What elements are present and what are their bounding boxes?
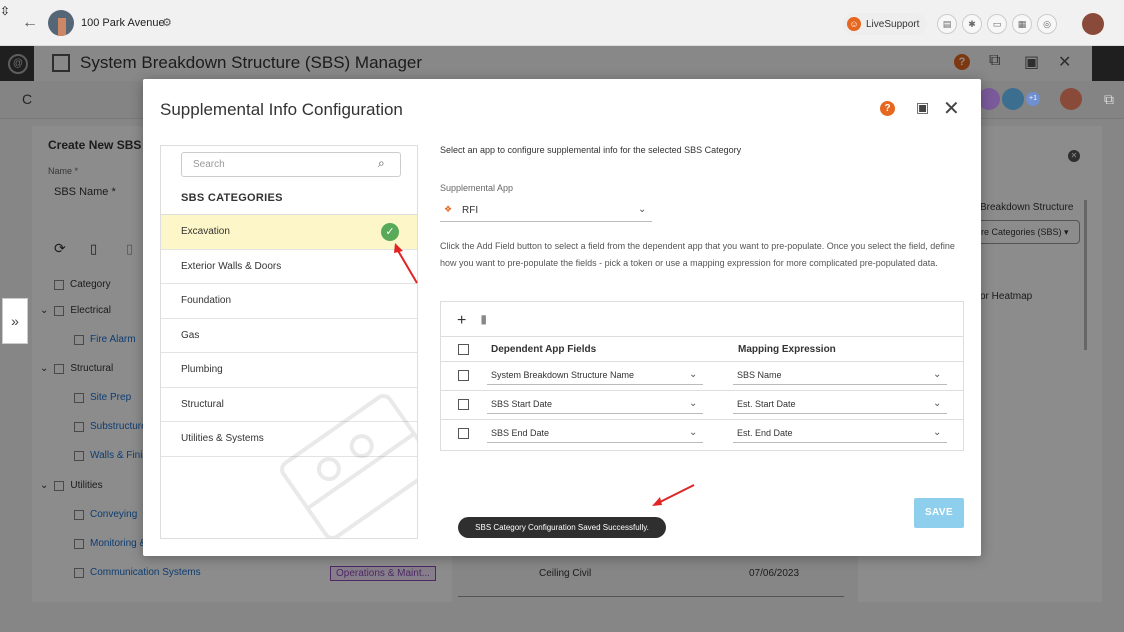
row-checkbox[interactable] [458,370,469,381]
category-item-plumbing[interactable]: Plumbing [161,353,417,388]
category-label: Plumbing [181,364,223,375]
chevron-down-icon[interactable]: ⌄ [933,427,941,438]
dependent-field-select[interactable]: SBS End Date [491,428,549,438]
row-checkbox[interactable] [458,399,469,410]
supplemental-app-label: Supplemental App [440,183,514,193]
chevron-down-icon[interactable]: ⌄ [638,204,646,215]
external-link-icon[interactable]: ⧉ [1104,91,1114,108]
grid-toolbar: + ▮ [457,312,487,330]
categories-header: SBS CATEGORIES [181,192,283,204]
project-name[interactable]: 100 Park Avenue [81,17,165,29]
avatar-group: +1 ⧉ [978,88,1114,110]
field-underline [733,442,947,443]
supplemental-app-select[interactable]: ❖ RFI ⌄ [440,200,652,222]
cursor-icon: ⇳ [0,4,11,18]
chevron-down-icon[interactable]: ⌄ [689,427,697,438]
notes-icon[interactable]: ▤ [937,14,957,34]
delete-icon[interactable]: ▮ [480,312,487,330]
save-button[interactable]: SAVE [914,498,964,528]
category-label: Utilities & Systems [181,433,264,444]
table-row: SBS Start Date ⌄ Est. Start Date ⌄ [441,391,963,420]
expand-sidebar-button[interactable]: » [2,298,28,344]
category-label: Structural [181,398,224,410]
dependent-field-select[interactable]: SBS Start Date [491,399,552,409]
help-icon[interactable]: ? [880,101,895,116]
field-mapping-grid: + ▮ Dependent App Fields Mapping Express… [440,301,964,451]
table-icon[interactable]: ▦ [1012,14,1032,34]
category-label: Gas [181,329,200,341]
field-underline [733,384,947,385]
modal-title: Supplemental Info Configuration [160,100,403,119]
add-field-icon[interactable]: + [457,312,466,330]
avatar[interactable] [978,88,1000,110]
config-pane: Select an app to configure supplemental … [440,145,980,545]
project-avatar[interactable] [48,10,74,36]
field-underline [487,442,703,443]
row-checkbox[interactable] [458,428,469,439]
search-icon[interactable]: ⌕ [378,156,385,171]
live-support-icon: ☺ [847,17,861,31]
intro-text: Select an app to configure supplemental … [440,145,742,155]
category-label: Exterior Walls & Doors [181,260,282,272]
chevron-down-icon[interactable]: ⌄ [933,398,941,409]
top-bar: ⇳ ← 100 Park Avenue ⚙ ☺ LiveSupport ▤ ✱ … [0,0,1124,46]
mapping-expression-select[interactable]: Est. Start Date [737,399,796,409]
field-underline [487,384,703,385]
supplemental-app-value: RFI [462,205,479,216]
rfi-app-icon: ❖ [444,204,453,214]
annotation-arrow-icon [652,484,695,506]
mapping-expression-header: Mapping Expression [738,344,836,355]
back-arrow-icon[interactable]: ← [22,14,38,32]
category-item-excavation[interactable]: Excavation ✓ [161,215,417,250]
dependent-fields-header: Dependent App Fields [491,344,597,355]
star-icon[interactable]: ✱ [962,14,982,34]
annotation-arrow-icon [394,243,418,284]
chevron-down-icon[interactable]: ⌄ [933,369,941,380]
chat-icon[interactable]: ▭ [987,14,1007,34]
search-input[interactable]: Search ⌕ [181,152,401,177]
table-row: SBS End Date ⌄ Est. End Date ⌄ [441,420,963,449]
select-all-checkbox[interactable] [458,344,469,355]
category-item-exterior-walls[interactable]: Exterior Walls & Doors [161,250,417,284]
globe-icon[interactable]: ◎ [1037,14,1057,34]
user-avatar[interactable] [1082,13,1104,35]
close-icon[interactable]: ✕ [943,96,960,121]
field-underline [733,413,947,414]
category-item-gas[interactable]: Gas [161,319,417,353]
supplemental-info-modal: Supplemental Info Configuration ? ▣ ✕ Se… [143,79,981,556]
dependent-field-select[interactable]: System Breakdown Structure Name [491,370,634,380]
live-support-label: LiveSupport [866,18,920,30]
grid-header: Dependent App Fields Mapping Expression [441,336,963,362]
more-avatars-badge[interactable]: +1 [1026,92,1040,106]
instructions-text: Click the Add Field button to select a f… [440,241,955,268]
search-placeholder: Search [193,159,225,170]
maximize-icon[interactable]: ▣ [916,99,929,116]
category-item-foundation[interactable]: Foundation [161,284,417,319]
mapping-expression-select[interactable]: Est. End Date [737,428,793,438]
settings-icon[interactable]: ⚙ [162,16,172,29]
field-underline [487,413,703,414]
table-row: System Breakdown Structure Name ⌄ SBS Na… [441,362,963,391]
sbs-watermark-icon [280,393,417,538]
categories-panel: Search ⌕ SBS CATEGORIES Excavation ✓ Ext… [160,145,418,539]
category-label: Foundation [181,295,232,306]
chevron-down-icon[interactable]: ⌄ [689,369,697,380]
chevron-down-icon[interactable]: ⌄ [689,398,697,409]
live-support-button[interactable]: ☺ LiveSupport [843,13,928,35]
avatar[interactable] [1060,88,1082,110]
avatar[interactable] [1002,88,1024,110]
mapping-expression-select[interactable]: SBS Name [737,370,782,380]
success-toast: SBS Category Configuration Saved Success… [458,517,666,538]
category-label: Excavation [181,226,230,237]
